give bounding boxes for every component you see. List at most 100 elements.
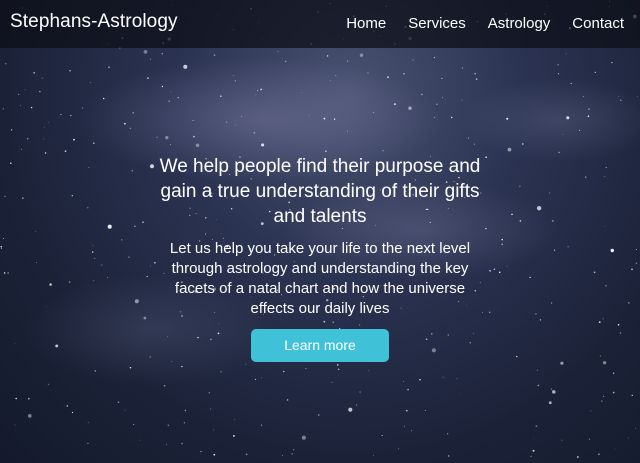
star: [226, 121, 228, 123]
star: [436, 103, 438, 106]
star: [195, 143, 200, 148]
star: [570, 82, 572, 85]
star: [133, 423, 135, 425]
navbar: Stephans-Astrology Home Services Astrolo…: [0, 0, 640, 48]
star: [336, 364, 339, 366]
star: [181, 442, 183, 445]
star: [124, 409, 126, 411]
star: [108, 66, 110, 69]
star: [64, 150, 67, 153]
star: [558, 151, 560, 154]
star: [536, 369, 538, 371]
star: [291, 453, 293, 455]
star: [213, 429, 215, 431]
star: [382, 149, 384, 152]
star: [535, 425, 538, 427]
star: [220, 371, 222, 373]
star: [475, 78, 478, 80]
star: [419, 378, 421, 381]
star: [233, 435, 235, 437]
star: [132, 111, 135, 114]
star: [161, 85, 164, 88]
star: [301, 92, 303, 93]
star: [129, 366, 132, 369]
star: [305, 368, 307, 370]
star: [560, 361, 564, 365]
star: [507, 147, 512, 152]
star: [92, 142, 95, 145]
star: [10, 129, 13, 131]
star: [169, 143, 172, 146]
star: [393, 103, 396, 106]
nav-link-contact[interactable]: Contact: [572, 15, 624, 32]
star: [245, 363, 247, 365]
star: [170, 91, 172, 92]
star: [301, 435, 306, 440]
star: [168, 100, 170, 102]
star: [433, 56, 436, 59]
star: [254, 378, 257, 381]
star: [588, 108, 590, 110]
star: [433, 116, 435, 118]
star: [193, 135, 195, 138]
star: [447, 433, 449, 435]
nav-link-home[interactable]: Home: [346, 15, 386, 32]
star: [407, 388, 409, 391]
star: [261, 424, 263, 426]
star: [410, 430, 413, 432]
star: [474, 72, 476, 75]
star: [424, 409, 426, 411]
star: [283, 370, 285, 373]
star: [69, 69, 71, 72]
star: [442, 97, 444, 99]
star: [70, 114, 72, 117]
star: [147, 77, 149, 79]
star: [602, 395, 605, 398]
star: [387, 76, 389, 79]
star: [15, 397, 17, 400]
star: [261, 143, 265, 147]
star: [181, 365, 183, 368]
star: [20, 105, 21, 107]
star: [253, 131, 256, 134]
star: [292, 449, 295, 451]
star: [346, 130, 349, 132]
star: [73, 138, 75, 141]
brand-logo-text[interactable]: Stephans-Astrology: [10, 11, 178, 33]
star: [566, 116, 570, 120]
star: [381, 435, 383, 437]
star: [577, 456, 579, 458]
star: [456, 378, 458, 380]
star: [213, 54, 216, 56]
star: [24, 89, 26, 91]
star: [557, 73, 560, 75]
star: [583, 95, 585, 97]
star: [33, 71, 36, 74]
hero-title: We help people find their purpose and ga…: [159, 156, 481, 227]
star: [150, 58, 152, 60]
star: [578, 129, 581, 132]
star: [255, 94, 257, 96]
star: [277, 51, 279, 53]
nav-link-services[interactable]: Services: [408, 15, 466, 32]
star: [4, 63, 7, 65]
star: [333, 118, 336, 120]
star: [234, 80, 237, 82]
star: [161, 53, 163, 55]
learn-more-button[interactable]: Learn more: [251, 329, 389, 362]
nav-links: Home Services Astrology Contact: [324, 15, 624, 32]
star: [165, 135, 169, 140]
star: [325, 150, 327, 152]
star: [213, 453, 216, 456]
star: [210, 408, 212, 410]
star: [522, 143, 524, 145]
star: [618, 96, 620, 98]
star: [87, 422, 89, 424]
star: [372, 455, 375, 457]
star: [47, 122, 49, 123]
star: [473, 143, 475, 145]
star: [260, 88, 262, 91]
star: [398, 448, 399, 450]
nav-link-astrology[interactable]: Astrology: [488, 15, 551, 32]
page: Stephans-Astrology Home Services Astrolo…: [0, 0, 640, 463]
